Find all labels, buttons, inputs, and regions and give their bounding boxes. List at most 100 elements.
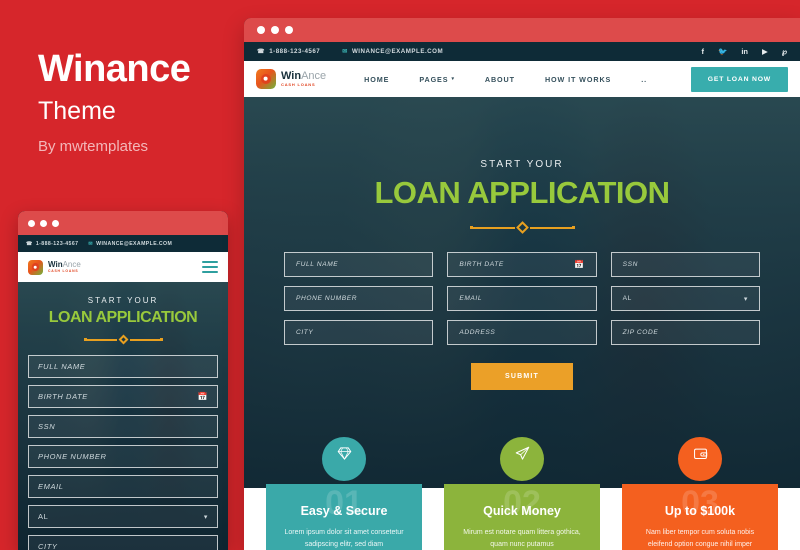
card-title: Quick Money [483,504,561,518]
logo-text-secondary: Ance [301,69,327,82]
mobile-logo-text: WinAnce CASH LOANS [48,260,81,274]
nav-item-home[interactable]: HOME [364,75,389,84]
window-dot-maximize[interactable] [52,219,59,227]
mobile-field-2[interactable]: SSN [28,415,218,438]
site-logo[interactable]: WinAnce CASH LOANS [256,69,326,89]
chevron-down-icon: ▾ [451,76,455,82]
primary-nav: HOME PAGES ▾ ABOUT HOW IT WORKS .. [364,75,647,84]
hero-content: START YOUR LOAN APPLICATION FULL NAME BI… [244,97,800,390]
nav-item-how-it-works[interactable]: HOW IT WORKS [545,75,611,84]
field-label-address: ADDRESS [459,329,496,336]
card-text: Mirum est notare quam littera gothica, q… [463,529,581,549]
hero-divider [244,221,800,234]
chevron-down-icon[interactable]: ▾ [744,295,748,303]
field-city[interactable]: CITY [284,320,434,345]
card-text: Nam liber tempor cum soluta nobis eleife… [645,529,755,549]
field-email[interactable]: EMAIL [447,286,597,311]
social-links: f 🐦 in ▶ ℘ [701,48,787,56]
logo-tagline: CASH LOANS [48,269,79,273]
nav-item-more[interactable]: .. [641,75,647,84]
hero-divider [18,334,228,345]
mobile-field-4[interactable]: EMAIL [28,475,218,498]
hero-section: START YOUR LOAN APPLICATION FULL NAME BI… [244,97,800,550]
phone-icon: ☎ [26,240,33,247]
field-ssn[interactable]: SSN [610,252,760,277]
loan-application-form: FULL NAME BIRTH DATE 📅 SSN PHONE NUMBER … [244,252,800,345]
field-state-select[interactable]: AL ▾ [610,286,760,311]
chevron-down-icon[interactable]: ▾ [204,513,208,521]
card-body: 02 Quick Money Mirum est notare quam lit… [444,484,600,550]
mobile-navbar: WinAnce CASH LOANS [18,252,228,282]
site-navbar: WinAnce CASH LOANS HOME PAGES ▾ ABOUT HO… [244,61,800,97]
wallet-icon [693,448,707,459]
mobile-logo[interactable]: WinAnce CASH LOANS [28,259,81,275]
site-logo-text: WinAnce CASH LOANS [281,69,327,87]
feature-card-up-to-100k: 03 Up to $100k Nam liber tempor cum solu… [622,437,778,550]
contact-phone[interactable]: ☎ 1-888-123-4567 [257,48,320,55]
diamond-icon [337,447,351,460]
field-zip-code[interactable]: ZIP CODE [610,320,760,345]
calendar-icon[interactable]: 📅 [197,392,208,401]
field-address[interactable]: ADDRESS [447,320,597,345]
get-loan-now-button[interactable]: GET LOAN NOW [690,66,788,92]
facebook-icon[interactable]: f [701,48,704,56]
mobile-phone-label: 1-888-123-4567 [35,240,79,247]
site-topbar: ☎ 1-888-123-4567 ✉ WINANCE@EXAMPLE.COM f… [244,42,800,61]
feature-card-quick-money: 02 Quick Money Mirum est notare quam lit… [444,437,600,550]
linkedin-icon[interactable]: in [741,48,748,56]
field-phone-number[interactable]: PHONE NUMBER [284,286,434,311]
envelope-icon: ✉ [88,240,94,247]
field-label-phone-number: PHONE NUMBER [296,295,358,302]
contact-email-label: WINANCE@EXAMPLE.COM [351,48,444,55]
window-dot-minimize[interactable] [40,219,47,227]
logo-text-primary: Win [48,260,63,269]
mobile-email-label: WINANCE@EXAMPLE.COM [96,240,173,247]
card-text: Lorem ipsum dolor sit amet consetetur sa… [284,529,404,549]
field-label-birth-date: BIRTH DATE [459,261,504,268]
vimeo-play-icon[interactable]: ▶ [762,48,768,56]
field-full-name[interactable]: FULL NAME [284,252,434,277]
mobile-field-5-state-select[interactable]: AL ▾ [28,505,218,528]
mobile-field-label-4: EMAIL [38,482,64,491]
mobile-field-0[interactable]: FULL NAME [28,355,218,378]
hero-headline: LOAN APPLICATION [48,309,198,326]
mobile-field-1[interactable]: BIRTH DATE 📅 [28,385,218,408]
nav-item-pages[interactable]: PAGES ▾ [419,75,455,84]
logo-text-secondary: Ance [62,260,81,269]
window-dot-minimize[interactable] [271,26,279,34]
card-icon-bump [322,437,366,481]
card-title: Easy & Secure [300,504,388,518]
paper-plane-icon [515,446,529,460]
page-title: Winance [38,48,191,90]
window-dot-close[interactable] [28,219,35,227]
field-label-zip-code: ZIP CODE [622,329,659,336]
mobile-email[interactable]: ✉ WINANCE@EXAMPLE.COM [88,241,172,247]
logo-text-primary: Win [281,69,302,82]
promo-author: By mwtemplates [38,138,149,155]
hamburger-menu-icon[interactable] [202,260,218,274]
mobile-field-6[interactable]: CITY [28,535,218,550]
mobile-loan-form: FULL NAME BIRTH DATE 📅 SSN PHONE NUMBER [18,355,228,550]
calendar-icon[interactable]: 📅 [574,260,585,269]
twitter-icon[interactable]: 🐦 [718,48,727,56]
window-dot-maximize[interactable] [285,26,293,34]
mobile-phone[interactable]: ☎ 1-888-123-4567 [26,241,78,247]
promo-panel: Winance Theme By mwtemplates ☎ 1-888-123… [0,0,240,550]
nav-item-about[interactable]: ABOUT [485,75,515,84]
field-label-full-name: FULL NAME [296,261,339,268]
pinterest-icon[interactable]: ℘ [782,48,787,56]
mobile-field-3[interactable]: PHONE NUMBER [28,445,218,468]
field-label-ssn: SSN [622,261,639,268]
contact-email[interactable]: ✉ WINANCE@EXAMPLE.COM [342,48,443,55]
window-dot-close[interactable] [257,26,265,34]
desktop-preview: ☎ 1-888-123-4567 ✉ WINANCE@EXAMPLE.COM f… [244,18,800,550]
hero-eyebrow: START YOUR [480,159,564,170]
envelope-icon: ✉ [342,48,348,55]
mobile-field-label-2: SSN [38,422,56,431]
submit-button[interactable]: SUBMIT [470,363,574,390]
contact-phone-label: 1-888-123-4567 [269,48,321,55]
card-icon-bump [500,437,544,481]
mobile-hero-content: START YOUR LOAN APPLICATION FULL NAME BI… [18,282,228,550]
browser-titlebar [244,18,800,42]
field-birth-date[interactable]: BIRTH DATE 📅 [447,252,597,277]
